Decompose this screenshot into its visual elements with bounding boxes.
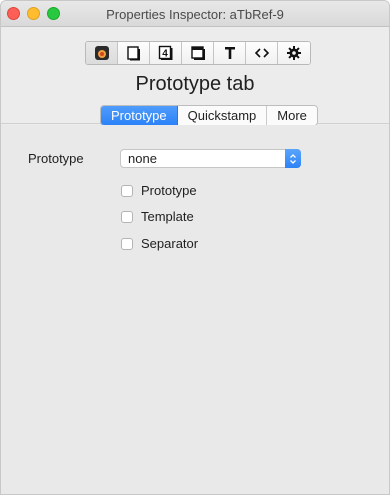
- tool-number[interactable]: 4: [150, 42, 182, 64]
- number-4-icon: 4: [158, 45, 172, 60]
- prototype-field-label: Prototype: [28, 151, 84, 166]
- window-icon: [190, 46, 205, 60]
- checkbox-row-separator[interactable]: Separator: [121, 236, 198, 251]
- checkbox-row-prototype[interactable]: Prototype: [121, 183, 197, 198]
- separator-checkbox-label: Separator: [141, 236, 199, 251]
- properties-inspector-window: Properties Inspector: aTbRef-9 4 Prototy…: [0, 0, 390, 495]
- window-title: Properties Inspector: aTbRef-9: [106, 7, 284, 22]
- tool-window[interactable]: [182, 42, 214, 64]
- code-brackets-icon: [254, 48, 269, 58]
- tab-heading: Prototype tab: [135, 73, 255, 95]
- prototype-checkbox[interactable]: [121, 184, 133, 197]
- note-icon: [94, 46, 109, 60]
- inspector-toolbar: 4: [85, 41, 311, 65]
- template-checkbox[interactable]: [121, 210, 133, 223]
- tool-note[interactable]: [86, 42, 118, 64]
- tab-quickstamp[interactable]: Quickstamp: [177, 106, 268, 125]
- tab-more[interactable]: More: [267, 106, 317, 125]
- template-checkbox-label: Template: [141, 209, 194, 224]
- tab-selector: Prototype Quickstamp More: [100, 105, 318, 126]
- page-icon: [126, 46, 140, 61]
- prototype-popup-value: none: [128, 151, 157, 166]
- separator-checkbox[interactable]: [121, 237, 133, 250]
- title-bar[interactable]: Properties Inspector: aTbRef-9: [1, 1, 389, 27]
- prototype-popup[interactable]: none: [120, 149, 301, 168]
- inspector-header: 4 Prototype tab Prototype Quickstamp Mor…: [1, 27, 389, 126]
- tool-code[interactable]: [246, 42, 278, 64]
- popup-arrows-icon: [285, 149, 301, 168]
- tool-settings[interactable]: [278, 42, 310, 64]
- text-T-icon: [224, 47, 235, 59]
- tab-prototype[interactable]: Prototype: [101, 106, 178, 125]
- checkbox-row-template[interactable]: Template: [121, 209, 194, 224]
- gear-icon: [287, 46, 301, 60]
- tool-text[interactable]: [214, 42, 246, 64]
- svg-text:4: 4: [162, 49, 168, 60]
- prototype-panel: Prototype none Prototype Template Separa…: [1, 125, 389, 494]
- tool-page[interactable]: [118, 42, 150, 64]
- prototype-checkbox-label: Prototype: [141, 183, 197, 198]
